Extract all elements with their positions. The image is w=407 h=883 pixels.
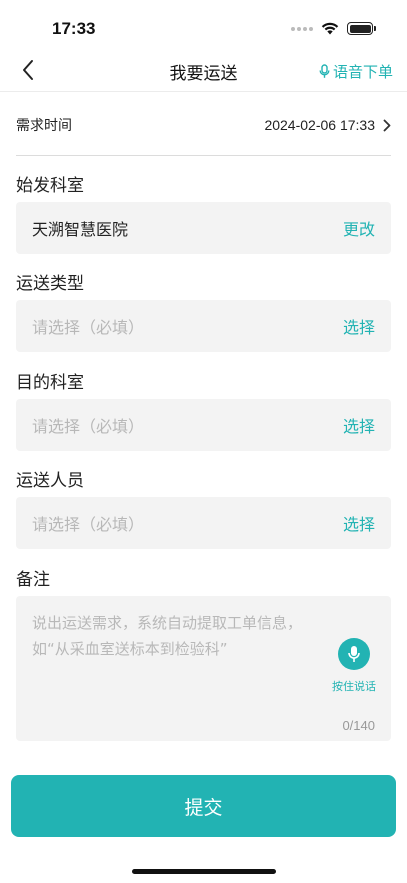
- request-time-label: 需求时间: [16, 118, 72, 134]
- battery-icon: [347, 22, 376, 35]
- hold-to-talk-button[interactable]: [338, 638, 370, 670]
- nav-bar: 我要运送 语音下单: [0, 52, 407, 88]
- remark-textarea[interactable]: 说出运送需求，系统自动提取工单信息，如“从采血室送标本到检验科” 按住说话 0/…: [16, 596, 391, 741]
- transport-type-select-button[interactable]: 选择: [343, 314, 375, 338]
- remark-label: 备注: [16, 570, 50, 590]
- destination-dept-label: 目的科室: [16, 373, 84, 393]
- transport-staff-select-button[interactable]: 选择: [343, 511, 375, 535]
- submit-button[interactable]: 提交: [11, 775, 396, 837]
- request-time-value-group: 2024-02-06 17:33: [264, 117, 391, 133]
- origin-dept-label: 始发科室: [16, 176, 84, 196]
- transport-staff-label: 运送人员: [16, 471, 84, 491]
- status-bar: 17:33: [0, 0, 407, 52]
- wifi-icon: [321, 22, 339, 35]
- transport-staff-field[interactable]: 请选择（必填） 选择: [16, 497, 391, 549]
- transport-type-placeholder: 请选择（必填）: [32, 318, 145, 337]
- transport-staff-placeholder: 请选择（必填）: [32, 515, 145, 534]
- chevron-right-icon: [383, 119, 391, 131]
- request-time-row[interactable]: 需求时间 2024-02-06 17:33: [16, 108, 391, 142]
- status-time: 17:33: [52, 19, 96, 38]
- cellular-signal-icon: [291, 26, 313, 31]
- destination-dept-field[interactable]: 请选择（必填） 选择: [16, 399, 391, 451]
- microphone-icon: [319, 64, 330, 78]
- voice-order-label: 语音下单: [332, 63, 393, 81]
- status-icons: [291, 22, 376, 35]
- voice-order-button[interactable]: 语音下单: [319, 61, 393, 82]
- destination-dept-select-button[interactable]: 选择: [343, 413, 375, 437]
- hold-to-talk-label: 按住说话: [332, 680, 376, 693]
- remark-char-count: 0/140: [342, 718, 375, 733]
- request-time-value: 2024-02-06 17:33: [264, 117, 375, 133]
- origin-dept-change-button[interactable]: 更改: [343, 216, 375, 240]
- transport-type-field[interactable]: 请选择（必填） 选择: [16, 300, 391, 352]
- request-time-divider: [16, 155, 391, 156]
- origin-dept-field[interactable]: 天溯智慧医院 更改: [16, 202, 391, 254]
- destination-dept-placeholder: 请选择（必填）: [32, 417, 145, 436]
- microphone-icon: [348, 646, 360, 662]
- transport-type-label: 运送类型: [16, 274, 84, 294]
- home-indicator: [132, 869, 276, 874]
- origin-dept-value: 天溯智慧医院: [32, 220, 129, 239]
- nav-divider: [0, 91, 407, 92]
- remark-placeholder: 说出运送需求，系统自动提取工单信息，如“从采血室送标本到检验科”: [32, 614, 303, 658]
